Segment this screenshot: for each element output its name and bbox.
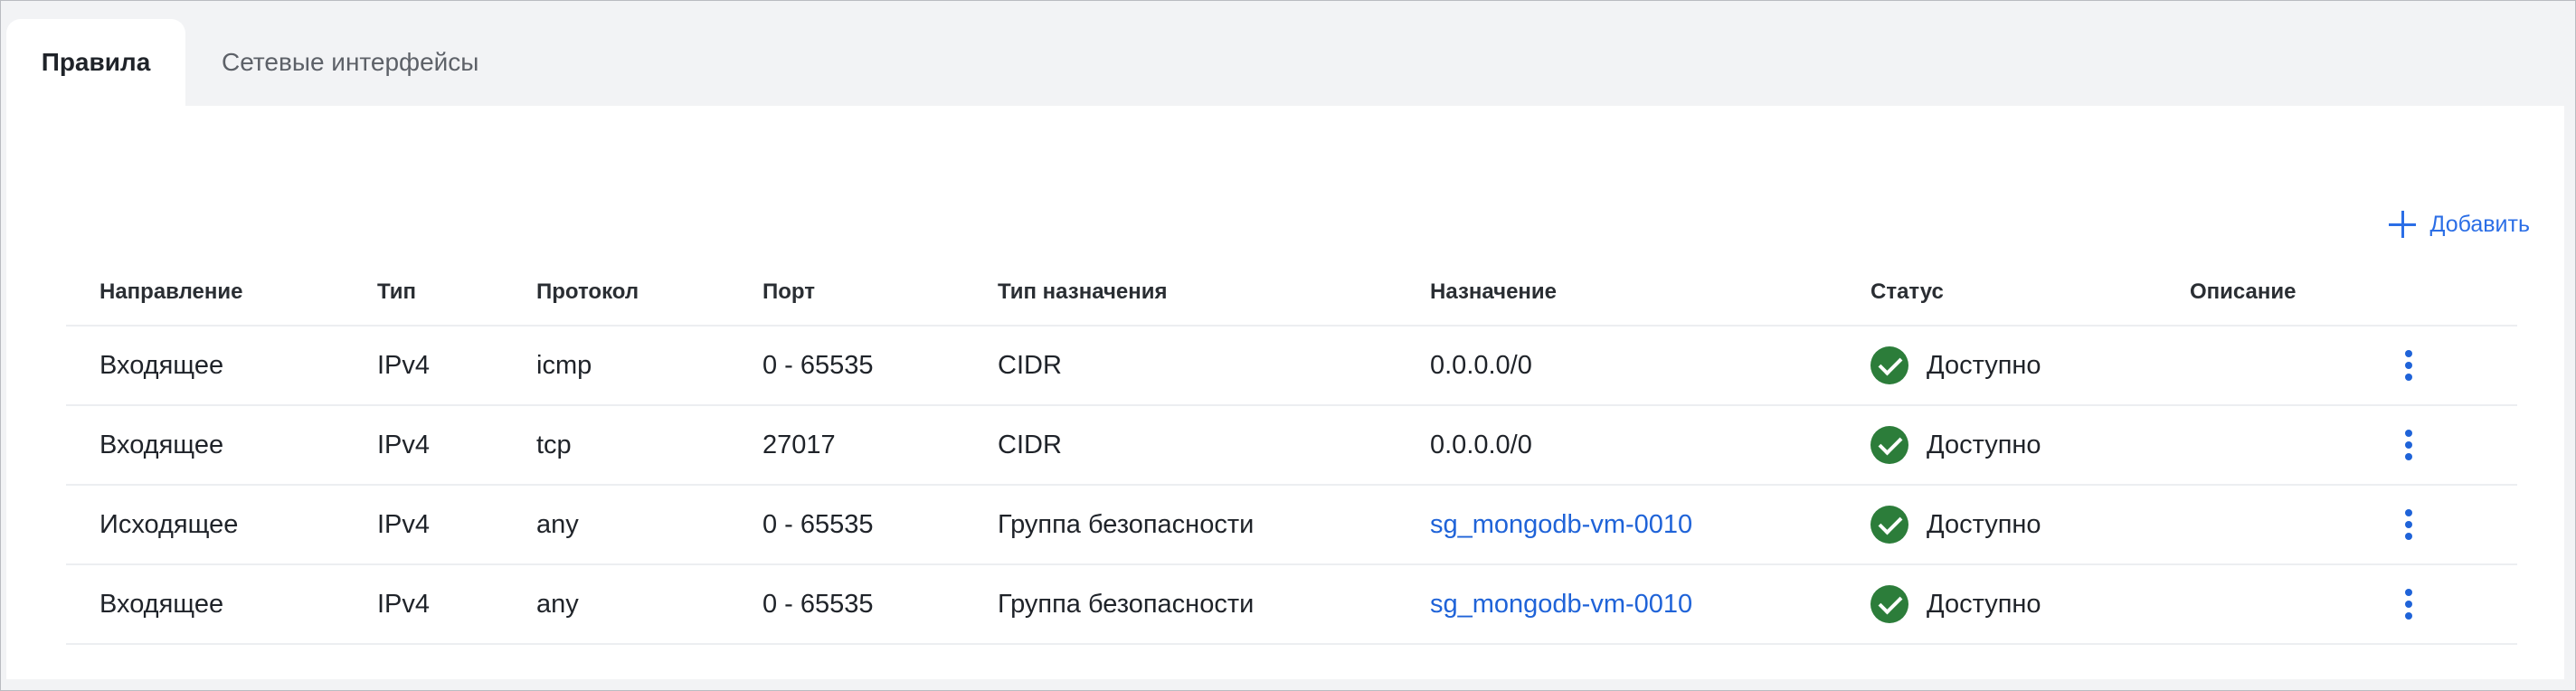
row-menu-button[interactable] (2391, 406, 2427, 484)
cell-type: IPv4 (377, 589, 431, 619)
more-vertical-icon[interactable] (2405, 509, 2412, 540)
table-row[interactable]: Исходящее IPv4 any 0 - 65535 Группа безо… (66, 486, 2517, 565)
row-menu-button[interactable] (2391, 327, 2427, 404)
cell-port: 27017 (762, 430, 836, 459)
cell-direction: Исходящее (99, 509, 239, 539)
app-frame: Правила Сетевые интерфейсы Добавить Напр… (0, 0, 2576, 691)
rules-table: Направление Тип Протокол Порт Тип назнач… (66, 260, 2517, 645)
status-label: Доступно (1927, 509, 2041, 539)
status-label: Доступно (1927, 589, 2041, 619)
cell-type: IPv4 (377, 430, 431, 459)
cell-destination: sg_mongodb-vm-0010 (1430, 565, 1692, 643)
cell-type: IPv4 (377, 350, 431, 380)
security-group-link[interactable]: sg_mongodb-vm-0010 (1430, 510, 1692, 540)
header-description[interactable]: Описание (2190, 260, 2297, 325)
status-label: Доступно (1927, 350, 2041, 380)
header-destination-type[interactable]: Тип назначения (998, 260, 1168, 325)
check-circle-icon (1870, 426, 1908, 464)
cell-direction: Входящее (99, 350, 224, 380)
cell-destination: 0.0.0.0/0 (1430, 430, 1532, 459)
rules-panel: Добавить Направление Тип Протокол Порт Т… (6, 106, 2564, 679)
header-destination[interactable]: Назначение (1430, 260, 1557, 325)
cell-direction: Входящее (99, 589, 224, 619)
cell-status: Доступно (1870, 565, 2041, 643)
cell-status: Доступно (1870, 327, 2041, 404)
tab-network-interfaces[interactable]: Сетевые интерфейсы (185, 19, 515, 106)
cell-protocol: icmp (536, 350, 592, 380)
cell-protocol: any (536, 589, 579, 619)
tab-rules[interactable]: Правила (6, 19, 185, 106)
tab-bar: Правила Сетевые интерфейсы (6, 19, 515, 106)
cell-protocol: any (536, 509, 579, 539)
table-row[interactable]: Входящее IPv4 tcp 27017 CIDR 0.0.0.0/0 Д… (66, 406, 2517, 486)
check-circle-icon (1870, 585, 1908, 623)
table-row[interactable]: Входящее IPv4 icmp 0 - 65535 CIDR 0.0.0.… (66, 327, 2517, 406)
status-label: Доступно (1927, 430, 2041, 459)
table-row[interactable]: Входящее IPv4 any 0 - 65535 Группа безоп… (66, 565, 2517, 645)
cell-status: Доступно (1870, 486, 2041, 563)
header-direction[interactable]: Направление (99, 260, 243, 325)
cell-type: IPv4 (377, 509, 431, 539)
more-vertical-icon[interactable] (2405, 589, 2412, 620)
more-vertical-icon[interactable] (2405, 350, 2412, 381)
check-circle-icon (1870, 506, 1908, 544)
tab-network-interfaces-label: Сетевые интерфейсы (222, 48, 479, 76)
security-group-link[interactable]: sg_mongodb-vm-0010 (1430, 590, 1692, 620)
cell-destination-type: Группа безопасности (998, 509, 1255, 539)
cell-protocol: tcp (536, 430, 572, 459)
cell-status: Доступно (1870, 406, 2041, 484)
cell-port: 0 - 65535 (762, 509, 874, 539)
cell-direction: Входящее (99, 430, 224, 459)
add-rule-button[interactable]: Добавить (2388, 204, 2531, 245)
cell-destination: 0.0.0.0/0 (1430, 350, 1532, 380)
check-circle-icon (1870, 346, 1908, 384)
cell-destination-type: CIDR (998, 430, 1062, 459)
table-header: Направление Тип Протокол Порт Тип назнач… (66, 260, 2517, 327)
plus-icon (2388, 211, 2416, 238)
cell-destination: sg_mongodb-vm-0010 (1430, 486, 1692, 563)
header-protocol[interactable]: Протокол (536, 260, 639, 325)
row-menu-button[interactable] (2391, 486, 2427, 563)
add-rule-label: Добавить (2429, 211, 2531, 237)
row-menu-button[interactable] (2391, 565, 2427, 643)
header-status[interactable]: Статус (1870, 260, 1944, 325)
cell-destination-type: Группа безопасности (998, 589, 1255, 619)
cell-port: 0 - 65535 (762, 350, 874, 380)
header-type[interactable]: Тип (377, 260, 416, 325)
header-port[interactable]: Порт (762, 260, 815, 325)
more-vertical-icon[interactable] (2405, 430, 2412, 460)
cell-port: 0 - 65535 (762, 589, 874, 619)
tab-rules-label: Правила (41, 48, 151, 76)
cell-destination-type: CIDR (998, 350, 1062, 380)
